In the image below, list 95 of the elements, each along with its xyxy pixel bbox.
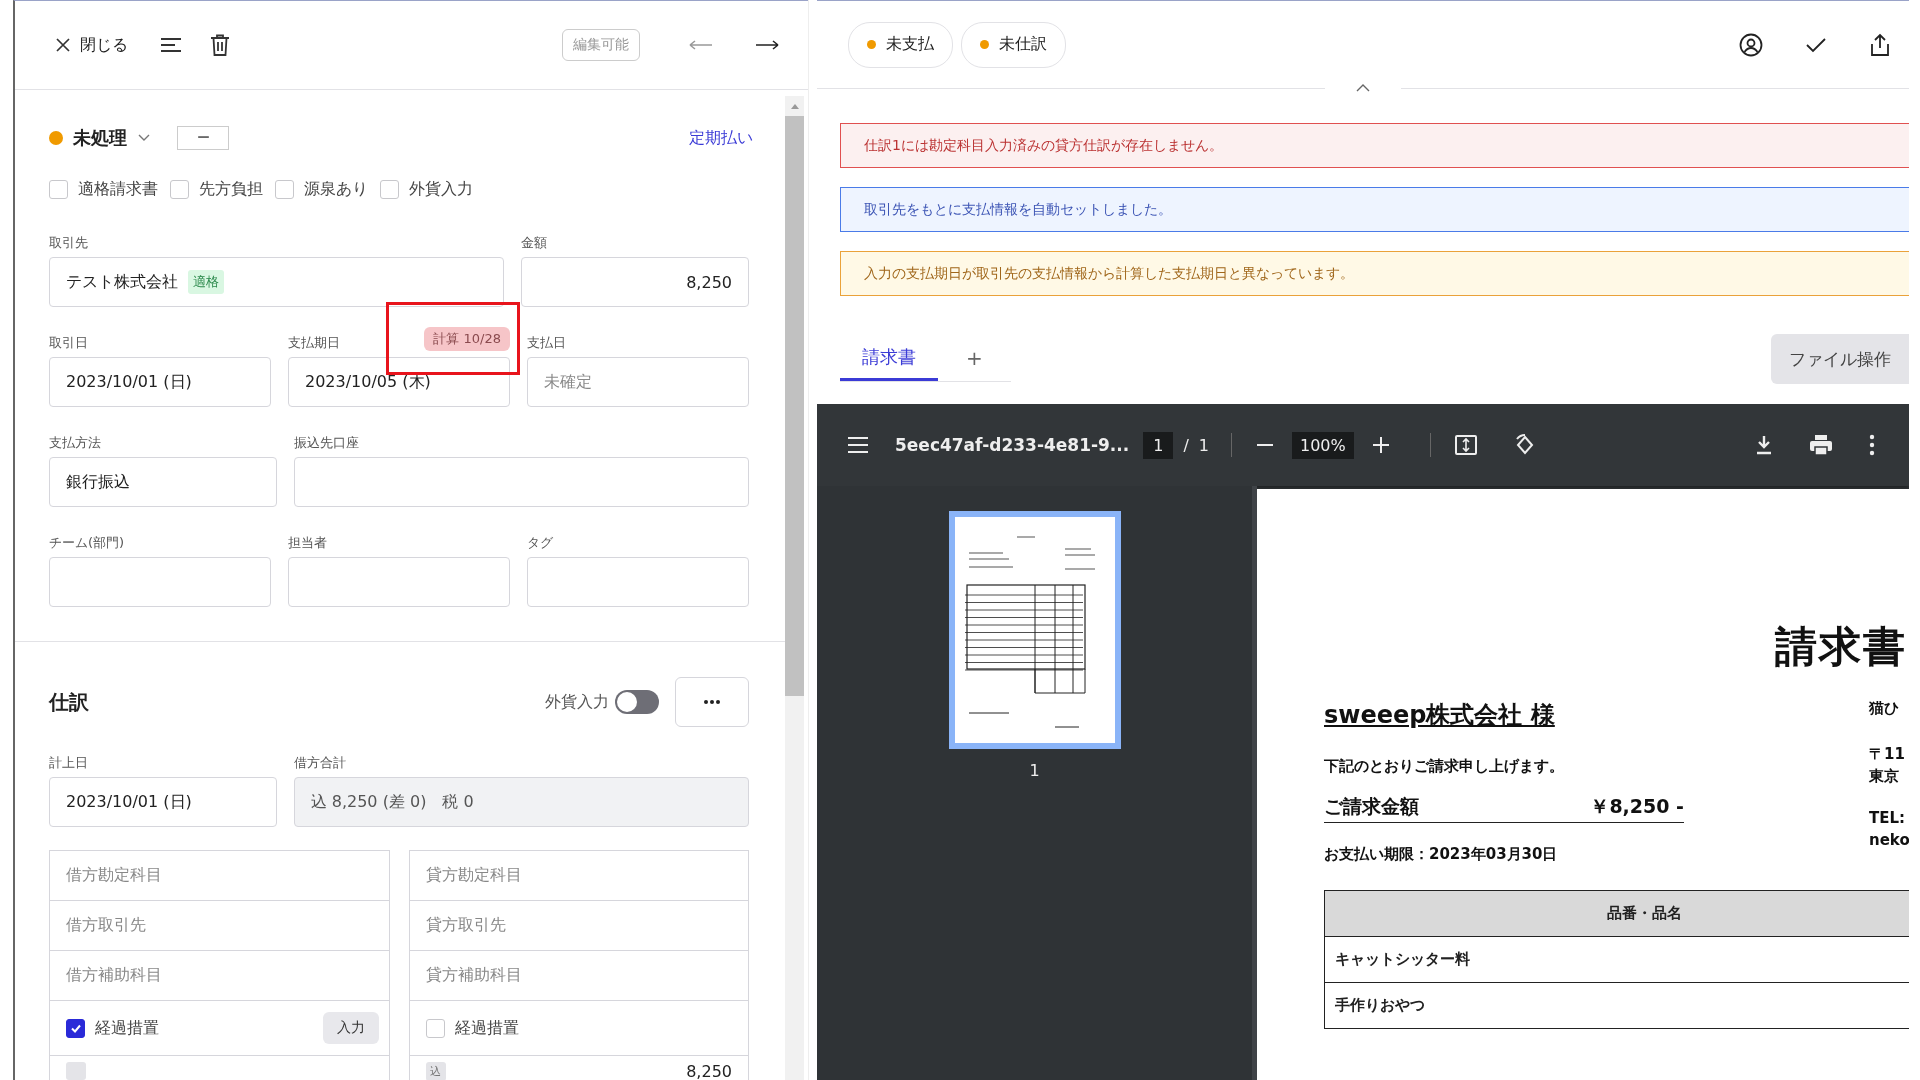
input-field[interactable]: 借方勘定科目	[50, 851, 389, 901]
table-cell: キャットシッター料	[1324, 936, 1909, 983]
tax-badge	[66, 1062, 86, 1080]
field-label: 支払期日	[288, 334, 340, 352]
input-field[interactable]: 2023/10/05 (木)	[288, 357, 510, 407]
fit-page-icon[interactable]	[1454, 435, 1477, 455]
field-label: 借方合計	[293, 754, 346, 772]
amount-label: ご請求金額	[1324, 794, 1419, 819]
close-icon	[55, 37, 71, 53]
share-icon[interactable]	[1869, 32, 1891, 57]
page-thumbnail[interactable]	[948, 511, 1121, 749]
checkbox-label: 先方負担	[199, 178, 263, 200]
input-field[interactable]: 貸方勘定科目	[409, 851, 748, 901]
field-label: 振込先口座	[293, 434, 359, 452]
input-field[interactable]: 2023/10/01 (日)	[49, 777, 277, 827]
section-title: 仕訳	[49, 688, 89, 716]
print-icon[interactable]	[1809, 434, 1833, 456]
field-label: 支払方法	[49, 434, 101, 452]
input-field[interactable]	[527, 557, 749, 607]
field-label: 支払日	[527, 334, 566, 352]
status-chip: 未支払	[848, 21, 953, 68]
checkbox[interactable]	[66, 1018, 85, 1038]
more-icon[interactable]	[1869, 434, 1875, 456]
field-label: 金額	[521, 234, 548, 252]
alert-message: 取引先をもとに支払情報を自動セットしました。	[840, 187, 1909, 232]
amount-text: 8,250	[686, 1062, 732, 1080]
file-name: 5eec47af-d233-4e81-9...	[895, 435, 1130, 455]
field-label: 担当者	[288, 534, 327, 552]
input-field[interactable]: テスト株式会社 適格	[49, 257, 505, 307]
plus-icon[interactable]	[1371, 436, 1390, 454]
input-field[interactable]	[49, 557, 271, 607]
menu-icon[interactable]	[847, 436, 869, 454]
input-field[interactable]: 借方取引先	[50, 901, 389, 951]
document-title: 請求書	[1775, 621, 1907, 673]
list-icon[interactable]	[160, 36, 182, 54]
zoom-field[interactable]: 100%	[1292, 431, 1354, 459]
checkbox-label: 経過措置	[454, 1017, 519, 1039]
status-chip: 未仕訳	[961, 21, 1066, 68]
input-button[interactable]: 入力	[322, 1012, 379, 1044]
input-field[interactable]: 借方補助科目	[50, 951, 389, 1001]
page-count: 1	[1198, 435, 1209, 455]
thumbnail-label: 1	[1029, 761, 1040, 780]
alert-message: 仕訳1には勘定科目入力済みの貸方仕訳が存在しません。	[840, 123, 1909, 168]
alert-message: 入力の支払期日が取引先の支払情報から計算した支払期日と異なっています。	[840, 251, 1909, 296]
recurring-link[interactable]: 定期払い	[689, 127, 753, 149]
more-icon	[703, 699, 721, 705]
input-field[interactable]	[293, 457, 749, 507]
scrollbar[interactable]	[785, 96, 804, 1080]
input-field[interactable]: 貸方取引先	[409, 901, 748, 951]
page-number-field[interactable]: 1	[1143, 431, 1174, 459]
user-icon[interactable]	[1739, 32, 1763, 57]
download-icon[interactable]	[1755, 435, 1773, 455]
calculated-date-badge: 計算 10/28	[424, 327, 510, 351]
arrow-right-icon[interactable]	[754, 37, 780, 53]
field-label: 取引先	[49, 234, 88, 252]
toggle-switch[interactable]	[615, 690, 659, 714]
table-cell: 手作りおやつ	[1324, 982, 1909, 1029]
checkbox-label: 源泉あり	[304, 178, 368, 200]
issuer-text: 東京	[1869, 767, 1900, 787]
issuer-text: neko	[1869, 831, 1909, 851]
status-dropdown[interactable]: 未処理	[73, 126, 151, 150]
checkbox-label: 外貨入力	[409, 178, 473, 200]
edit-mode-badge: 編集可能	[562, 29, 640, 61]
input-field[interactable]: 銀行振込	[49, 457, 277, 507]
qualified-badge: 適格	[188, 270, 224, 294]
input-field[interactable]: 未確定	[527, 357, 749, 407]
issuer-text: TEL:	[1869, 809, 1907, 829]
file-actions-button[interactable]: ファイル操作	[1771, 334, 1909, 384]
checkbox-label: 経過措置	[95, 1017, 159, 1039]
input-field[interactable]: 8,250	[521, 257, 749, 307]
tax-badge: 込	[425, 1062, 446, 1080]
input-field[interactable]: 貸方補助科目	[409, 951, 748, 1001]
toggle-label: 外貨入力	[545, 691, 609, 713]
recipient-name: sweeep株式会社 様	[1324, 700, 1556, 731]
chevron-down-icon	[137, 133, 151, 143]
input-field[interactable]: 2023/10/01 (日)	[49, 357, 271, 407]
field-label: タグ	[527, 534, 553, 552]
checkbox-label: 適格請求書	[78, 178, 158, 200]
greeting-text: 下記のとおりご請求申し上げます。	[1324, 757, 1565, 776]
column-header: 品番・品名	[1324, 890, 1909, 937]
amount-value: ￥8,250 -	[1590, 794, 1684, 819]
trash-icon[interactable]	[210, 34, 230, 56]
field-label: チーム(部門)	[49, 534, 125, 552]
check-icon[interactable]	[1805, 35, 1827, 54]
due-date-text: お支払い期限：2023年03月30日	[1324, 845, 1559, 864]
document-tab[interactable]: 請求書	[840, 335, 938, 381]
add-tab-button[interactable]: +	[938, 335, 1011, 381]
page-separator: /	[1183, 435, 1189, 455]
field-label: 計上日	[49, 754, 88, 772]
code-field[interactable]: ー	[177, 126, 229, 150]
close-button[interactable]: 閉じる	[51, 30, 132, 60]
field-label: 取引日	[49, 334, 88, 352]
input-field[interactable]	[288, 557, 510, 607]
issuer-text: 〒11	[1869, 745, 1906, 765]
issuer-text: 猫ひ	[1869, 699, 1900, 719]
